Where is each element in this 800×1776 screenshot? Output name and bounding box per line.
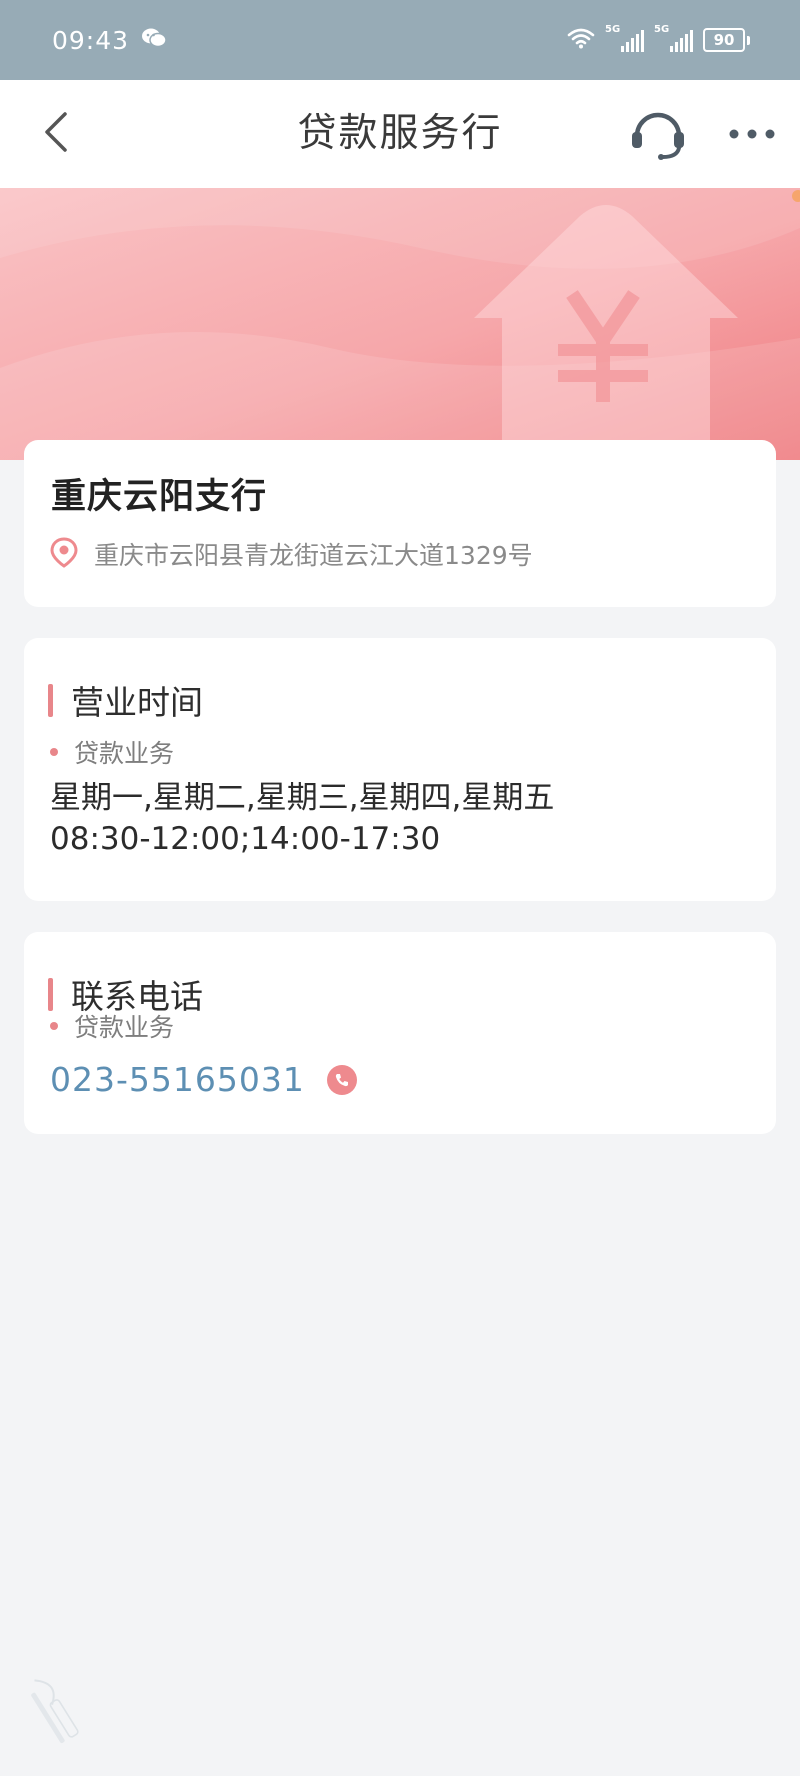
watermark xyxy=(8,1650,98,1774)
accent-bar xyxy=(48,683,53,717)
branch-name: 重庆云阳支行 xyxy=(51,477,268,517)
more-icon xyxy=(728,125,776,144)
branch-address-row[interactable]: 重庆市云阳县青龙街道云江大道1329号 xyxy=(48,536,533,572)
banner-illustration xyxy=(0,188,800,460)
location-pin-icon xyxy=(48,536,80,572)
status-time: 09:43 xyxy=(52,25,130,55)
status-bar: 09:43 5G 5G 90 xyxy=(0,0,800,80)
nav-bar: 贷款服务行 xyxy=(0,80,800,189)
business-times: 08:30-12:00;14:00-17:30 xyxy=(50,821,441,857)
bullet-dot xyxy=(50,748,58,756)
signal-icon-2: 5G xyxy=(654,24,693,52)
branch-card: 重庆云阳支行 重庆市云阳县青龙街道云江大道1329号 xyxy=(24,440,776,607)
status-right: 5G 5G 90 xyxy=(567,0,750,80)
headset-icon xyxy=(629,106,687,164)
phone-icon[interactable] xyxy=(326,1064,357,1095)
customer-service-button[interactable] xyxy=(626,106,690,164)
wifi-icon xyxy=(567,27,595,53)
signal-icon: 5G xyxy=(605,24,644,52)
hours-service-row: 贷款业务 xyxy=(50,734,174,770)
more-button[interactable] xyxy=(722,108,782,160)
business-hours-card: 营业时间 贷款业务 星期一,星期二,星期三,星期四,星期五 08:30-12:0… xyxy=(24,638,776,901)
phone-row: 023-55165031 xyxy=(50,1060,357,1099)
battery-level: 90 xyxy=(713,31,735,49)
contact-service-label: 贷款业务 xyxy=(74,1013,175,1042)
network-label-2: 5G xyxy=(654,24,670,35)
status-left: 09:43 xyxy=(52,0,167,80)
branch-address: 重庆市云阳县青龙街道云江大道1329号 xyxy=(94,541,533,570)
contact-phone-card: 联系电话 贷款业务 023-55165031 xyxy=(24,932,776,1134)
hours-header: 营业时间 xyxy=(48,676,203,724)
battery-icon: 90 xyxy=(703,28,750,52)
contact-service-row: 贷款业务 xyxy=(50,1008,174,1044)
bullet-dot xyxy=(50,1022,58,1030)
banner xyxy=(0,188,800,460)
phone-number-link[interactable]: 023-55165031 xyxy=(50,1060,305,1099)
wechat-icon xyxy=(141,27,167,53)
network-label-1: 5G xyxy=(605,24,621,35)
business-days: 星期一,星期二,星期三,星期四,星期五 xyxy=(50,780,555,816)
hours-service-label: 贷款业务 xyxy=(74,739,175,768)
accent-bar xyxy=(48,977,53,1011)
hours-title: 营业时间 xyxy=(71,683,203,722)
